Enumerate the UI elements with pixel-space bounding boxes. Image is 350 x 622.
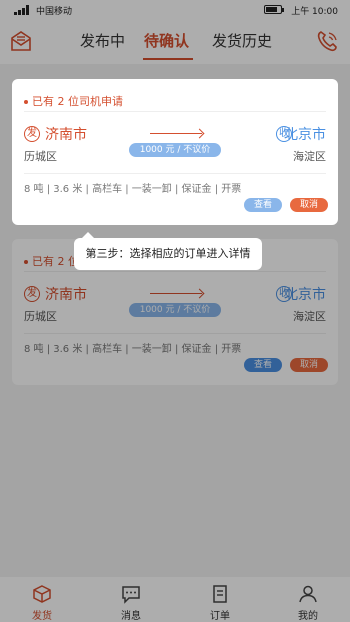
destination-city: 北京市 [284, 127, 326, 143]
route-arrow-icon [150, 133, 202, 134]
origin-city: 济南市 [45, 127, 87, 143]
divider [24, 173, 326, 174]
price-tag: 1000 元 / 不议价 [129, 143, 221, 157]
guide-tooltip: 第三步：选择相应的订单进入详情 [74, 232, 262, 270]
cancel-button[interactable]: 取消 [290, 198, 328, 212]
highlighted-order-card[interactable]: 已有 2 位司机申请 发 济南市 历城区 1000 元 / 不议价 收 北京市 … [12, 79, 338, 225]
applicant-count: 已有 2 位司机申请 [24, 93, 123, 109]
view-button[interactable]: 查看 [244, 198, 282, 212]
origin-badge: 发 [24, 126, 40, 142]
origin-district: 历城区 [24, 150, 57, 163]
divider [24, 111, 326, 112]
destination-district: 海淀区 [293, 150, 326, 163]
cargo-specs: 8 吨 | 3.6 米 | 高栏车 | 一装一卸 | 保证金 | 开票 [24, 184, 242, 195]
